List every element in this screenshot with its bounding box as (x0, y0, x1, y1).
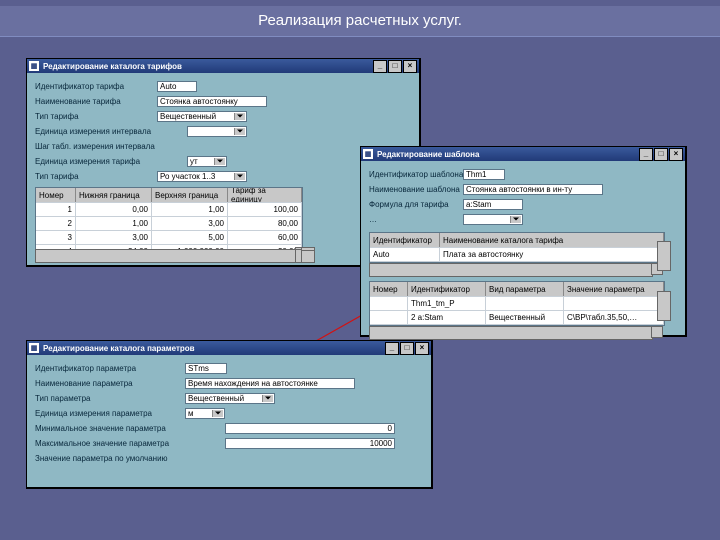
window-title: Редактирование каталога параметров (43, 344, 195, 353)
field-max[interactable]: 10000 (225, 438, 395, 449)
combo-unit[interactable]: м (185, 408, 225, 419)
label-id: Идентификатор параметра (35, 364, 185, 373)
label-type: Тип тарифа (35, 112, 157, 121)
label-max: Максимальное значение параметра (35, 439, 225, 448)
label-alg: Тип тарифа (35, 172, 157, 181)
col-val: Значение параметра (564, 282, 664, 296)
label-unit: Единица измерения интервала (35, 127, 187, 136)
table-row[interactable]: 10,001,00100,00 (36, 203, 302, 217)
field-min[interactable]: 0 (225, 423, 395, 434)
minimize-button[interactable]: _ (385, 342, 399, 355)
scrollbar-v[interactable] (301, 247, 315, 251)
col-num: Номер (370, 282, 408, 296)
label-unit: Единица измерения параметра (35, 409, 185, 418)
table-row[interactable]: 21,003,0080,00 (36, 217, 302, 231)
titlebar[interactable]: ▦ Редактирование каталога тарифов _ □ × (27, 59, 419, 73)
combo-type[interactable]: Вещественный (157, 111, 247, 122)
col-id: Идентификатор (370, 233, 440, 247)
titlebar[interactable]: ▦ Редактирование шаблона _ □ × (361, 147, 685, 161)
scrollbar-h[interactable] (35, 249, 303, 263)
scrollbar-h[interactable] (369, 263, 653, 277)
label-id: Идентификатор шаблона (369, 170, 463, 179)
col-high: Верхняя граница (152, 188, 228, 202)
col-num: Номер (36, 188, 76, 202)
scrollbar-v[interactable] (657, 291, 671, 321)
titlebar[interactable]: ▦ Редактирование каталога параметров _ □… (27, 341, 431, 355)
maximize-button[interactable]: □ (654, 148, 668, 161)
field-formula[interactable]: a:Stam (463, 199, 523, 210)
combo-alg[interactable]: Ро участок 1..3 (157, 171, 247, 182)
scrollbar-h[interactable] (369, 326, 653, 340)
col-id: Идентификатор (408, 282, 486, 296)
grid-params[interactable]: Номер Идентификатор Вид параметра Значен… (369, 281, 665, 326)
window-title: Редактирование каталога тарифов (43, 62, 182, 71)
field-name[interactable]: Стоянка автостоянки в ин-ту (463, 184, 603, 195)
window-param-catalog: ▦ Редактирование каталога параметров _ □… (26, 340, 433, 489)
combo-unit[interactable] (463, 214, 523, 225)
slide-title: Реализация расчетных услуг. (0, 6, 720, 37)
window-template-edit: ▦ Редактирование шаблона _ □ × Идентифик… (360, 146, 687, 337)
field-name[interactable]: Время нахождения на автостоянке (185, 378, 355, 389)
label-unit: … (369, 215, 463, 224)
table-row[interactable]: 33,005,0060,00 (36, 231, 302, 245)
maximize-button[interactable]: □ (388, 60, 402, 73)
app-icon: ▦ (29, 343, 39, 353)
combo-unit[interactable] (187, 126, 247, 137)
label-ustep: Шаг табл. измерения интервала (35, 142, 187, 151)
field-name[interactable]: Стоянка автостоянку (157, 96, 267, 107)
label-def: Значение параметра по умолчанию (35, 454, 225, 463)
table-row[interactable]: Thm1_tm_P (370, 297, 664, 311)
col-rate: Тариф за единицу (228, 188, 302, 202)
label-name: Наименование параметра (35, 379, 185, 388)
grid-tariffs[interactable]: Идентификатор Наименование каталога тари… (369, 232, 665, 263)
minimize-button[interactable]: _ (639, 148, 653, 161)
window-title: Редактирование шаблона (377, 150, 479, 159)
minimize-button[interactable]: _ (373, 60, 387, 73)
combo-ucost[interactable]: ут (187, 156, 227, 167)
combo-type[interactable]: Вещественный (185, 393, 275, 404)
app-icon: ▦ (363, 149, 373, 159)
label-name: Наименование шаблона (369, 185, 463, 194)
scroll-corner (651, 326, 663, 338)
col-low: Нижняя граница (76, 188, 152, 202)
field-id[interactable]: Auto (157, 81, 197, 92)
table-row[interactable]: AutoПлата за автостоянку (370, 248, 664, 262)
scrollbar-v[interactable] (657, 241, 671, 271)
scroll-corner (301, 249, 315, 263)
label-min: Минимальное значение параметра (35, 424, 225, 433)
label-type: Тип параметра (35, 394, 185, 403)
close-button[interactable]: × (403, 60, 417, 73)
label-ucost: Единица измерения тарифа (35, 157, 187, 166)
col-kind: Вид параметра (486, 282, 564, 296)
app-icon: ▦ (29, 61, 39, 71)
close-button[interactable]: × (669, 148, 683, 161)
col-name: Наименование каталога тарифа (440, 233, 664, 247)
label-name: Наименование тарифа (35, 97, 157, 106)
field-id[interactable]: Thm1 (463, 169, 505, 180)
label-formula: Формула для тарифа (369, 200, 463, 209)
maximize-button[interactable]: □ (400, 342, 414, 355)
table-row[interactable]: 2 a:StamВещественныйС\ВР\табл.35,50,… (370, 311, 664, 325)
field-id[interactable]: STms (185, 363, 227, 374)
label-id: Идентификатор тарифа (35, 82, 157, 91)
close-button[interactable]: × (415, 342, 429, 355)
